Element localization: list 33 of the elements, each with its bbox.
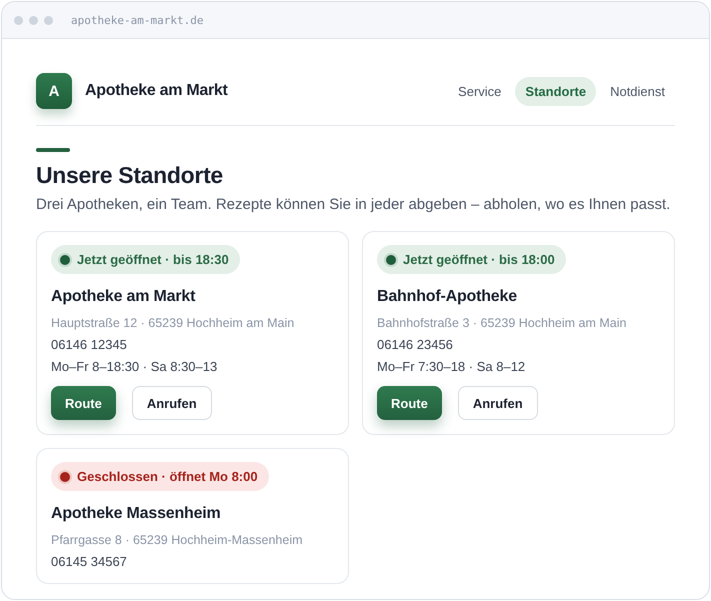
section-intro: Drei Apotheken, ein Team. Rezepte können Sie in jeder abgeben – abholen, wo es Ihnen passt.: [36, 195, 672, 215]
nav-link[interactable]: Notdienst: [600, 76, 675, 106]
brand-name: Apotheke am Markt: [85, 82, 228, 100]
status-dot-icon: [60, 254, 70, 264]
call-button[interactable]: Anrufen: [132, 386, 212, 420]
nav-link[interactable]: Service: [448, 76, 512, 106]
window-dot-icon: [44, 16, 53, 24]
route-button[interactable]: Route: [377, 386, 442, 420]
section-title: Unsere Standorte: [36, 162, 224, 189]
window-dot-icon: [14, 16, 23, 24]
location-phone: 06146 23456: [377, 337, 453, 352]
status-dot-icon: [386, 254, 396, 264]
location-name: Apotheke Massenheim: [51, 505, 221, 523]
status-text: Jetzt geöffnet · bis 18:00: [403, 252, 555, 267]
location-address: Hauptstraße 12 · 65239 Hochheim am Main: [51, 316, 294, 330]
status-text: Jetzt geöffnet · bis 18:30: [77, 252, 229, 267]
location-phone: 06146 12345: [51, 337, 127, 352]
opening-hours: Mo–Fr 7:30–18 · Sa 8–12: [377, 359, 526, 374]
window-dot-icon: [29, 16, 38, 24]
opening-hours: Mo–Fr 8–18:30 · Sa 8:30–13: [51, 359, 218, 374]
location-name: Apotheke am Markt: [51, 288, 196, 306]
accent-bar: [36, 148, 70, 152]
nav-link[interactable]: Standorte: [515, 76, 596, 106]
location-address: Bahnhofstraße 3 · 65239 Hochheim am Main: [377, 316, 626, 330]
location-phone: 06145 34567: [51, 554, 127, 569]
route-button[interactable]: Route: [51, 386, 116, 420]
location-name: Bahnhof-Apotheke: [377, 288, 517, 306]
status-text: Geschlossen · öffnet Mo 8:00: [77, 469, 258, 484]
call-button[interactable]: Anrufen: [458, 386, 538, 420]
location-address: Pfarrgasse 8 · 65239 Hochheim-Massenheim: [51, 533, 303, 547]
status-dot-icon: [60, 472, 70, 482]
logo: A: [36, 73, 72, 109]
url-text: apotheke-am-markt.de: [71, 14, 204, 26]
